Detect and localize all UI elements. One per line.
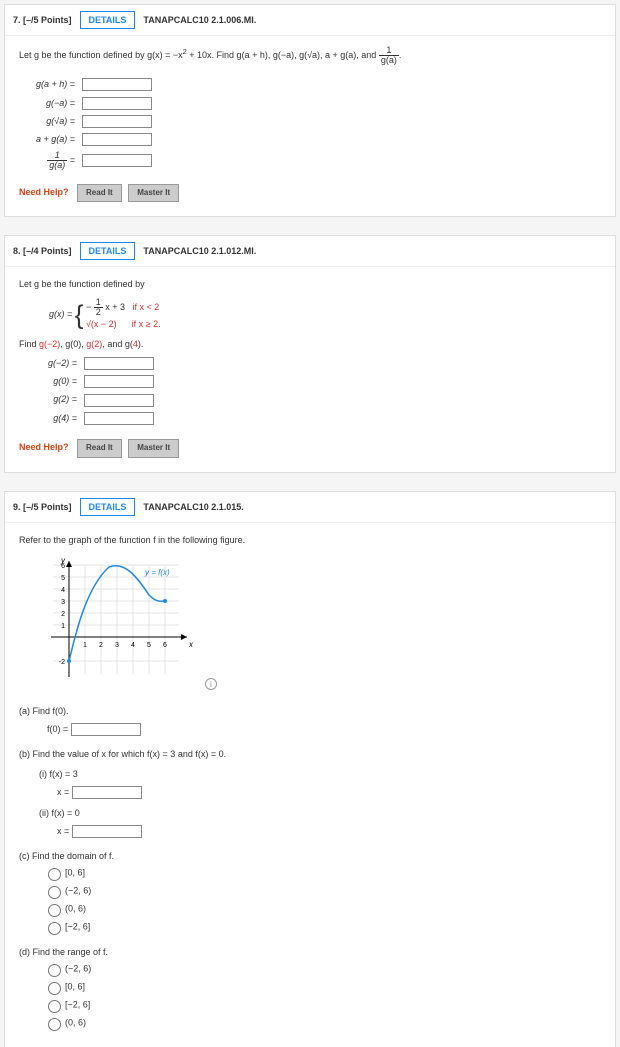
svg-text:1: 1 xyxy=(61,623,65,630)
part-a: (a) Find f(0). xyxy=(19,704,601,718)
opt-label: (0, 6) xyxy=(65,1018,86,1028)
question-number: 7. [–/5 Points] xyxy=(13,15,72,25)
radio-d-0[interactable] xyxy=(48,964,61,977)
radio-c-1[interactable] xyxy=(48,886,61,899)
input-bi-x[interactable] xyxy=(72,786,142,799)
need-help-label: Need Help? xyxy=(19,187,69,197)
input-g2[interactable] xyxy=(84,394,154,407)
input-g4[interactable] xyxy=(84,412,154,425)
radio-c-3[interactable] xyxy=(48,922,61,935)
svg-text:y: y xyxy=(60,556,66,565)
opt-label: (−2, 6) xyxy=(65,885,91,895)
part-b-ii: (ii) f(x) = 0 xyxy=(39,806,601,820)
part-b-i: (i) f(x) = 3 xyxy=(39,767,601,781)
svg-text:3: 3 xyxy=(115,642,119,649)
svg-text:y = f(x): y = f(x) xyxy=(144,568,170,577)
input-aga[interactable] xyxy=(82,133,152,146)
svg-text:-2: -2 xyxy=(59,659,65,666)
prompt: Let g be the function defined by g(x) = … xyxy=(19,46,601,65)
label-gsa: g(√a) = xyxy=(19,114,75,128)
question-number: 9. [–/5 Points] xyxy=(13,502,72,512)
input-gn2[interactable] xyxy=(84,357,154,370)
opt-label: [0, 6] xyxy=(65,982,85,992)
find-text: Find g(−2), g(0), g(2), and g(4). xyxy=(19,337,601,351)
input-gah[interactable] xyxy=(82,78,152,91)
info-icon[interactable]: i xyxy=(205,678,217,690)
read-it-button[interactable]: Read It xyxy=(77,439,122,458)
radio-c-0[interactable] xyxy=(48,868,61,881)
label-aga: a + g(a) = xyxy=(19,132,75,146)
opt-label: (−2, 6) xyxy=(65,964,91,974)
question-header: 8. [–/4 Points] DETAILS TANAPCALC10 2.1.… xyxy=(5,236,615,267)
input-gna[interactable] xyxy=(82,97,152,110)
svg-text:6: 6 xyxy=(163,642,167,649)
label-1ga: 1g(a) = xyxy=(19,151,75,170)
piecewise-def: g(x) = { − 12 x + 3 if x < 2 √(x − 2) if… xyxy=(49,298,601,331)
question-body: Let g be the function defined by g(x) = … xyxy=(5,267,615,472)
svg-text:2: 2 xyxy=(99,642,103,649)
need-help: Need Help? Read It Master It xyxy=(19,439,601,458)
opt-label: [−2, 6] xyxy=(65,1000,90,1010)
part-c: (c) Find the domain of f. xyxy=(19,849,601,863)
radio-c-2[interactable] xyxy=(48,904,61,917)
svg-text:3: 3 xyxy=(61,599,65,606)
svg-text:5: 5 xyxy=(147,642,151,649)
svg-text:x: x xyxy=(188,640,194,649)
opt-label: (0, 6) xyxy=(65,903,86,913)
input-g0[interactable] xyxy=(84,375,154,388)
label-g2: g(2) = xyxy=(33,392,77,406)
need-help-label: Need Help? xyxy=(19,442,69,452)
question-source: TANAPCALC10 2.1.015. xyxy=(143,502,243,512)
opt-label: [0, 6] xyxy=(65,867,85,877)
question-body: Let g be the function defined by g(x) = … xyxy=(5,36,615,216)
question-8: 8. [–/4 Points] DETAILS TANAPCALC10 2.1.… xyxy=(4,235,616,473)
question-source: TANAPCALC10 2.1.012.MI. xyxy=(143,246,256,256)
read-it-button[interactable]: Read It xyxy=(77,184,122,203)
opt-label: [−2, 6] xyxy=(65,921,90,931)
label-g0: g(0) = xyxy=(33,374,77,388)
part-d: (d) Find the range of f. xyxy=(19,945,601,959)
prompt: Let g be the function defined by xyxy=(19,277,601,291)
graph-svg: 123456 123456 -2 x y y = f(x) xyxy=(39,555,219,695)
question-7: 7. [–/5 Points] DETAILS TANAPCALC10 2.1.… xyxy=(4,4,616,217)
label-bi-x: x = xyxy=(57,787,69,797)
question-header: 9. [–/5 Points] DETAILS TANAPCALC10 2.1.… xyxy=(5,492,615,523)
svg-text:1: 1 xyxy=(83,642,87,649)
input-gsa[interactable] xyxy=(82,115,152,128)
input-1ga[interactable] xyxy=(82,154,152,167)
label-g4: g(4) = xyxy=(33,411,77,425)
svg-text:5: 5 xyxy=(61,575,65,582)
radio-d-1[interactable] xyxy=(48,982,61,995)
need-help: Need Help? Read It Master It xyxy=(19,184,601,203)
question-header: 7. [–/5 Points] DETAILS TANAPCALC10 2.1.… xyxy=(5,5,615,36)
prompt: Refer to the graph of the function f in … xyxy=(19,533,601,547)
label-f0: f(0) = xyxy=(47,724,68,734)
graph-figure: 123456 123456 -2 x y y = f(x) i xyxy=(39,555,601,691)
radio-d-2[interactable] xyxy=(48,1000,61,1013)
radio-d-3[interactable] xyxy=(48,1018,61,1031)
input-f0[interactable] xyxy=(71,723,141,736)
label-gna: g(−a) = xyxy=(19,96,75,110)
label-gah: g(a + h) = xyxy=(19,77,75,91)
question-source: TANAPCALC10 2.1.006.MI. xyxy=(143,15,256,25)
svg-text:4: 4 xyxy=(61,587,65,594)
master-it-button[interactable]: Master It xyxy=(128,184,179,203)
question-number: 8. [–/4 Points] xyxy=(13,246,72,256)
details-button[interactable]: DETAILS xyxy=(80,498,136,516)
svg-text:4: 4 xyxy=(131,642,135,649)
details-button[interactable]: DETAILS xyxy=(80,242,136,260)
question-body: Refer to the graph of the function f in … xyxy=(5,523,615,1047)
master-it-button[interactable]: Master It xyxy=(128,439,179,458)
label-gn2: g(−2) = xyxy=(33,356,77,370)
label-bii-x: x = xyxy=(57,826,69,836)
question-9: 9. [–/5 Points] DETAILS TANAPCALC10 2.1.… xyxy=(4,491,616,1047)
svg-text:2: 2 xyxy=(61,611,65,618)
input-bii-x[interactable] xyxy=(72,825,142,838)
part-b: (b) Find the value of x for which f(x) =… xyxy=(19,747,601,761)
details-button[interactable]: DETAILS xyxy=(80,11,136,29)
